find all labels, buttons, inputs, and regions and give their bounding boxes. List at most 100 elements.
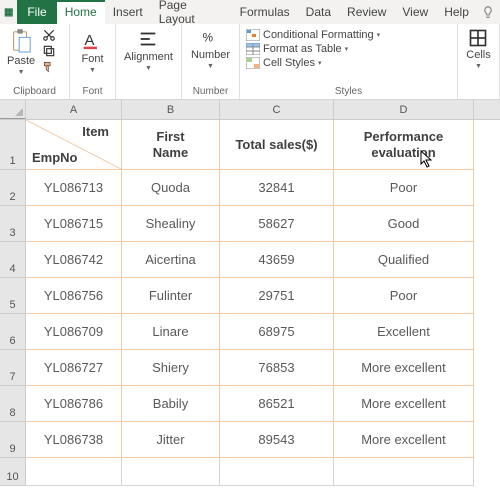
cell-empno[interactable]: YL086713: [26, 170, 122, 206]
format-painter-icon[interactable]: [42, 60, 56, 74]
tab-review[interactable]: Review: [339, 0, 394, 24]
cell[interactable]: [122, 458, 220, 486]
alignment-button[interactable]: Alignment ▼: [121, 26, 176, 74]
cell-totalsales[interactable]: 58627: [220, 206, 334, 242]
cell-empno[interactable]: YL086786: [26, 386, 122, 422]
cell-performance[interactable]: More excellent: [334, 386, 474, 422]
header-performance[interactable]: Performance evaluation: [334, 120, 474, 170]
col-header-b[interactable]: B: [122, 100, 220, 119]
cell-firstname[interactable]: Babily: [122, 386, 220, 422]
cell-empno[interactable]: YL086738: [26, 422, 122, 458]
cell-a1-diagonal[interactable]: Item EmpNo: [26, 120, 122, 170]
group-alignment: Alignment ▼: [116, 24, 182, 99]
tab-help[interactable]: Help: [436, 0, 477, 24]
svg-text:%: %: [202, 31, 212, 44]
table-row: 4YL086742Aicertina43659Qualified: [0, 242, 500, 278]
cell-empno[interactable]: YL086742: [26, 242, 122, 278]
group-label-cells: [462, 85, 495, 99]
col-header-c[interactable]: C: [220, 100, 334, 119]
spreadsheet-grid: 1 Item EmpNo First Name Total sales($) P…: [0, 120, 500, 486]
group-label-number: Number: [186, 85, 235, 99]
cell-firstname[interactable]: Quoda: [122, 170, 220, 206]
cell[interactable]: [220, 458, 334, 486]
cell-performance[interactable]: Excellent: [334, 314, 474, 350]
row-header[interactable]: 4: [0, 242, 26, 278]
tab-page-layout[interactable]: Page Layout: [151, 0, 232, 24]
row-header[interactable]: 10: [0, 458, 26, 486]
cell-empno[interactable]: YL086756: [26, 278, 122, 314]
cell-totalsales[interactable]: 76853: [220, 350, 334, 386]
table-row: 5YL086756Fulinter29751Poor: [0, 278, 500, 314]
cell-totalsales[interactable]: 86521: [220, 386, 334, 422]
paste-button[interactable]: Paste ▼: [4, 26, 38, 78]
cell-performance[interactable]: More excellent: [334, 350, 474, 386]
cell-styles-icon: [246, 57, 260, 69]
cell-totalsales[interactable]: 32841: [220, 170, 334, 206]
chevron-down-icon: ▾: [318, 59, 322, 67]
cell-firstname[interactable]: Jitter: [122, 422, 220, 458]
cell-performance[interactable]: Poor: [334, 278, 474, 314]
row-header[interactable]: 1: [0, 120, 26, 170]
group-cells: Cells ▼: [458, 24, 500, 99]
cell-totalsales[interactable]: 29751: [220, 278, 334, 314]
row-header[interactable]: 2: [0, 170, 26, 206]
table-header-row: 1 Item EmpNo First Name Total sales($) P…: [0, 120, 500, 170]
col-header-a[interactable]: A: [26, 100, 122, 119]
cell-firstname[interactable]: Shiery: [122, 350, 220, 386]
chevron-down-icon: ▼: [207, 63, 214, 70]
number-button[interactable]: % Number ▼: [188, 26, 233, 72]
table-row: 9YL086738Jitter89543More excellent: [0, 422, 500, 458]
row-header[interactable]: 6: [0, 314, 26, 350]
copy-icon[interactable]: [42, 44, 56, 58]
tab-file[interactable]: File: [17, 0, 56, 24]
cell-performance[interactable]: More excellent: [334, 422, 474, 458]
tell-me-icon[interactable]: [477, 0, 500, 24]
cell-performance[interactable]: Qualified: [334, 242, 474, 278]
cell-firstname[interactable]: Aicertina: [122, 242, 220, 278]
tab-formulas[interactable]: Formulas: [232, 0, 298, 24]
table-row-blank: 10: [0, 458, 500, 486]
menu-bar: ▦ File Home Insert Page Layout Formulas …: [0, 0, 500, 24]
cell-totalsales[interactable]: 68975: [220, 314, 334, 350]
table-icon: [246, 43, 260, 55]
cell-performance[interactable]: Good: [334, 206, 474, 242]
cell-performance[interactable]: Poor: [334, 170, 474, 206]
cell-totalsales[interactable]: 43659: [220, 242, 334, 278]
cell-empno[interactable]: YL086715: [26, 206, 122, 242]
font-button[interactable]: A Font ▼: [78, 26, 106, 76]
row-header[interactable]: 7: [0, 350, 26, 386]
format-as-table-button[interactable]: Format as Table▾: [244, 42, 382, 56]
tab-home[interactable]: Home: [57, 0, 105, 24]
chevron-down-icon: ▾: [345, 45, 349, 53]
cell-empno[interactable]: YL086727: [26, 350, 122, 386]
cell-firstname[interactable]: Fulinter: [122, 278, 220, 314]
table-row: 2YL086713Quoda32841Poor: [0, 170, 500, 206]
cell-totalsales[interactable]: 89543: [220, 422, 334, 458]
cell[interactable]: [26, 458, 122, 486]
chevron-down-icon: ▼: [145, 65, 152, 72]
cut-icon[interactable]: [42, 28, 56, 42]
tab-data[interactable]: Data: [298, 0, 339, 24]
cell-firstname[interactable]: Shealiny: [122, 206, 220, 242]
group-label-alignment: [120, 85, 177, 99]
conditional-formatting-icon: [246, 29, 260, 41]
conditional-formatting-button[interactable]: Conditional Formatting▾: [244, 28, 382, 42]
col-header-d[interactable]: D: [334, 100, 474, 119]
row-header[interactable]: 3: [0, 206, 26, 242]
tab-view[interactable]: View: [394, 0, 436, 24]
corner-top-label: Item: [82, 124, 109, 139]
row-header[interactable]: 5: [0, 278, 26, 314]
group-styles: Conditional Formatting▾ Format as Table▾…: [240, 24, 458, 99]
header-total-sales[interactable]: Total sales($): [220, 120, 334, 170]
cells-button[interactable]: Cells ▼: [463, 26, 493, 72]
header-first-name[interactable]: First Name: [122, 120, 220, 170]
cell-styles-button[interactable]: Cell Styles▾: [244, 56, 382, 70]
table-row: 8YL086786Babily86521More excellent: [0, 386, 500, 422]
cell-empno[interactable]: YL086709: [26, 314, 122, 350]
cell-firstname[interactable]: Linare: [122, 314, 220, 350]
tab-insert[interactable]: Insert: [105, 0, 151, 24]
cell[interactable]: [334, 458, 474, 486]
row-header[interactable]: 9: [0, 422, 26, 458]
select-all-corner[interactable]: [0, 100, 26, 119]
row-header[interactable]: 8: [0, 386, 26, 422]
